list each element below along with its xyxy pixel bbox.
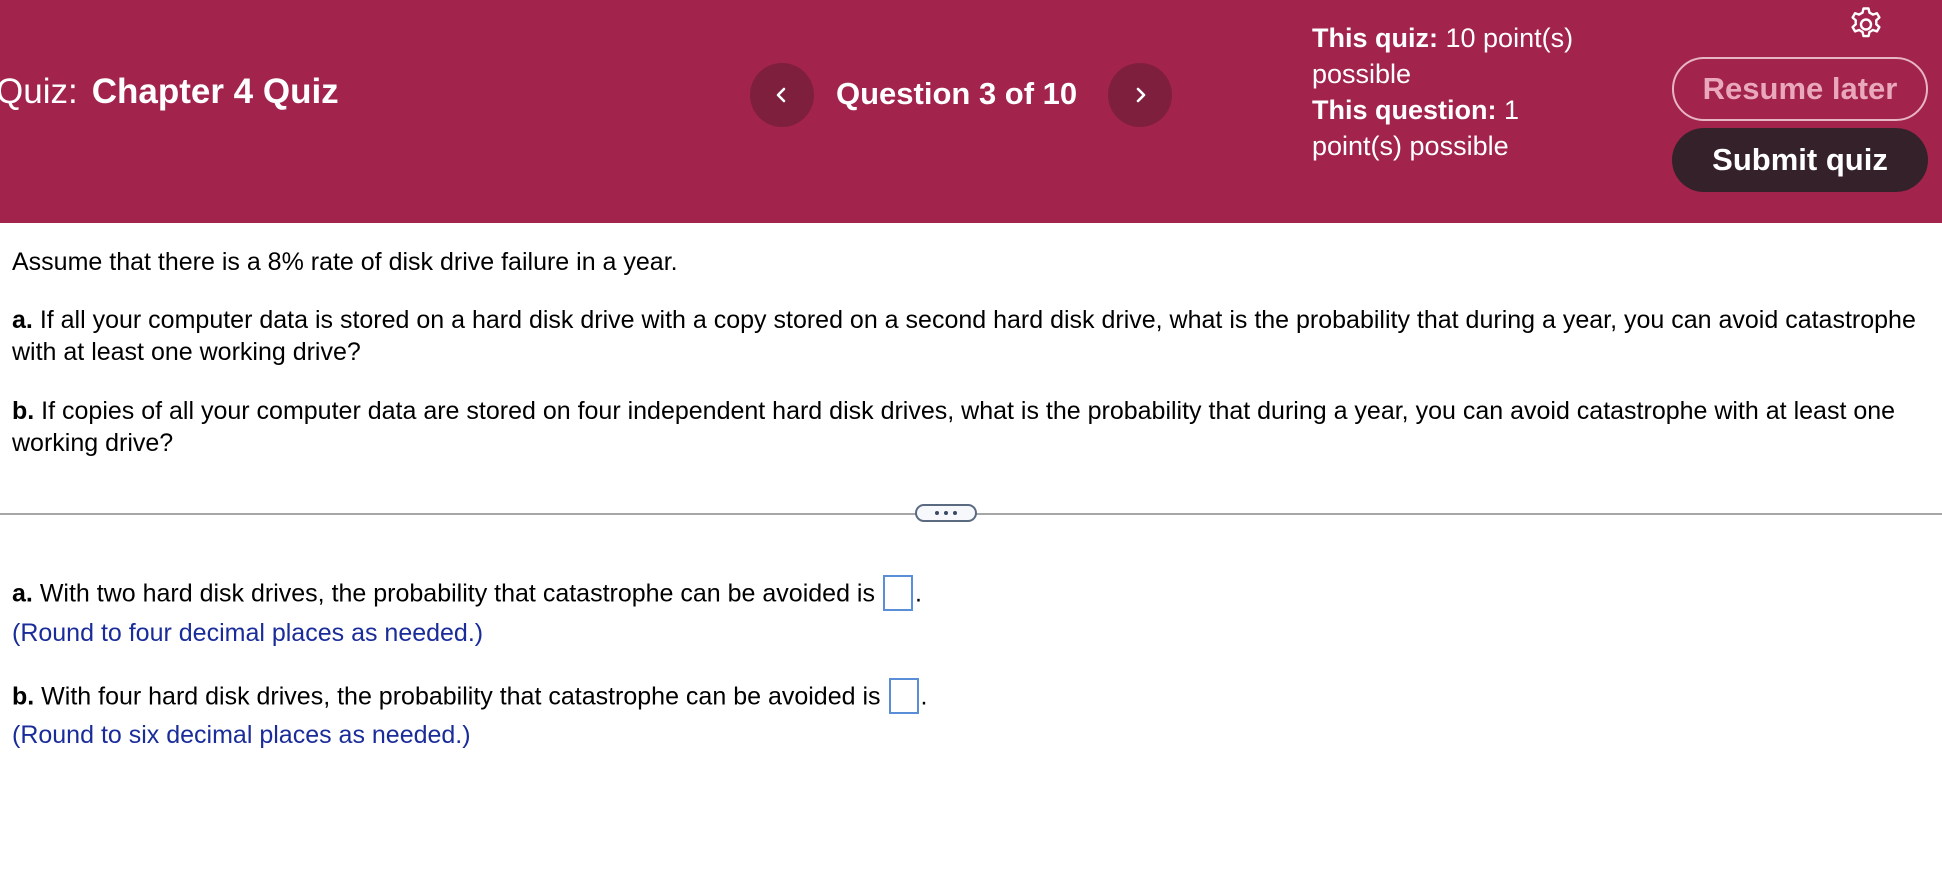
answer-a-row: a. With two hard disk drives, the probab… [12,575,1930,613]
answer-a-input[interactable] [882,575,913,611]
question-intro: Assume that there is a 8% rate of disk d… [12,248,678,276]
ellipsis-dot [953,511,957,515]
part-a-label: a. [12,306,33,334]
answer-a-hint: (Round to four decimal places as needed.… [12,619,484,647]
question-part-a: a. If all your computer data is stored o… [12,304,1930,368]
chevron-right-icon [1136,87,1146,103]
answer-b-period: . [920,682,928,711]
submit-quiz-button[interactable]: Submit quiz [1672,128,1928,192]
gear-icon [1851,7,1881,38]
question-counter: Question 3 of 10 [836,76,1078,111]
previous-question-button[interactable] [750,63,814,127]
part-b-text: If copies of all your computer data are … [12,397,1896,457]
quiz-name: Chapter 4 Quiz [91,72,339,111]
answer-b-row: b. With four hard disk drives, the proba… [12,678,1930,716]
chevron-left-icon [776,87,786,103]
answer-b-input[interactable] [888,678,919,714]
answer-a-text: With two hard disk drives, the probabili… [39,579,875,608]
answer-b-text: With four hard disk drives, the probabil… [41,682,881,711]
quiz-title: Quiz: Chapter 4 Quiz [0,72,339,112]
this-question-label: This question: [1312,95,1497,125]
answer-a-period: . [914,579,922,608]
quiz-header: Quiz: Chapter 4 Quiz Question 3 of 10 Thi… [0,0,1942,223]
this-quiz-label: This quiz: [1312,23,1438,53]
ellipsis-dot [935,511,939,515]
part-a-text: If all your computer data is stored on a… [12,306,1916,366]
points-info: This quiz: 10 point(s) possible This que… [1312,20,1602,164]
question-part-b: b. If copies of all your computer data a… [12,395,1930,459]
answer-a-label: a. [12,579,33,608]
part-b-label: b. [12,397,35,425]
answer-b-hint: (Round to six decimal places as needed.) [12,721,471,749]
resume-later-button[interactable]: Resume later [1672,57,1928,121]
next-question-button[interactable] [1108,63,1172,127]
settings-button[interactable] [1846,4,1886,44]
ellipsis-dot [944,511,948,515]
answer-b-label: b. [12,682,35,711]
quiz-label: Quiz: [0,72,78,111]
expand-toggle-button[interactable] [915,504,977,522]
